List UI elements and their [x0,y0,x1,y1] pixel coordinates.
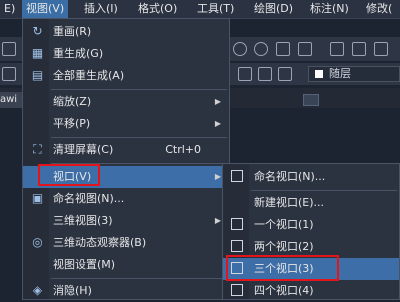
menu-item-label: 三维视图(3) [53,214,113,227]
menu-item-clean-screen[interactable]: ⛶ 清理屏幕(C) Ctrl+0 [23,139,229,161]
layer-state-icon[interactable] [238,67,252,81]
menu-separator [51,137,227,138]
menu-dimension[interactable]: 标注(N) [306,0,353,18]
submenu-item-label: 新建视口(E)... [254,196,325,209]
submenu-item-label: 一个视口(1) [254,218,314,231]
menu-item-zoom[interactable]: 缩放(Z) ▶ [23,91,229,113]
menu-item-regen[interactable]: ▦ 重生成(G) [23,43,229,65]
three-viewports-callout-box [226,255,339,281]
submenu-item-one-viewport[interactable]: 一个视口(1) [223,214,399,236]
menu-item-view-settings[interactable]: 视图设置(M) [23,254,229,276]
color-swatch [315,70,323,78]
menu-item-label: 重生成(G) [53,47,104,60]
menu-view[interactable]: 视图(V) [22,0,69,18]
layer-icon[interactable] [2,67,16,81]
four-viewports-icon [231,284,243,296]
view-menu: ↻ 重画(R) ▦ 重生成(G) ▤ 全部重生成(A) 缩放(Z) ▶ 平移(P… [22,18,230,300]
menu-item-hide[interactable]: ◈ 消隐(H) [23,280,229,302]
one-viewport-icon [231,218,243,230]
menu-item-label: 三维动态观察器(B) [53,236,147,249]
menu-item-named-views[interactable]: ▣ 命名视图(N)... [23,188,229,210]
submenu-item-named-viewports[interactable]: 命名视口(N)... [223,166,399,188]
submenu-arrow-icon: ▶ [214,216,221,225]
pan-icon[interactable] [233,42,247,56]
menu-separator [51,278,227,279]
submenu-arrow-icon: ▶ [214,119,221,128]
color-combo-text: 随层 [329,67,351,80]
menu-item-label: 消隐(H) [53,284,92,297]
print-icon[interactable] [2,42,16,56]
menu-item-label: 视图设置(M) [53,258,116,271]
redraw-icon: ↻ [32,24,43,38]
menu-draw[interactable]: 绘图(D) [250,0,297,18]
menu-bar: E) 视图(V) 插入(I) 格式(O) 工具(T) 绘图(D) 标注(N) 修… [0,0,400,19]
menu-item-label: 全部重生成(A) [53,69,125,82]
design-center-icon[interactable] [352,42,366,56]
regen-icon: ▦ [31,46,44,60]
zoom-window-icon[interactable] [276,42,290,56]
menu-edit[interactable]: E) [0,0,19,18]
menu-item-3d-views[interactable]: 三维视图(3) ▶ [23,210,229,232]
menu-item-label: 清理屏幕(C) [53,143,114,156]
layer-prev-icon[interactable] [258,67,272,81]
new-tab-button[interactable] [303,94,319,106]
submenu-arrow-icon: ▶ [214,172,221,181]
menu-item-label: 命名视图(N)... [53,192,125,205]
menu-item-redraw[interactable]: ↻ 重画(R) [23,21,229,43]
zoom-previous-icon[interactable] [298,42,312,56]
menu-tools[interactable]: 工具(T) [193,0,238,18]
orbit-icon: ◎ [32,235,43,249]
submenu-item-new-viewport[interactable]: 新建视口(E)... [223,192,399,214]
submenu-item-label: 命名视口(N)... [254,170,326,183]
shortcut-label: Ctrl+0 [165,143,201,156]
submenu-item-label: 四个视口(4) [254,284,314,297]
tool-palette-icon[interactable] [374,42,388,56]
menu-item-label: 平移(P) [53,117,91,130]
properties-icon[interactable] [330,42,344,56]
submenu-item-four-viewports[interactable]: 四个视口(4) [223,280,399,302]
named-viewport-icon [231,170,243,182]
layer-match-icon[interactable] [278,67,292,81]
menu-separator [51,89,227,90]
menu-item-pan[interactable]: 平移(P) ▶ [23,113,229,135]
regen-all-icon: ▤ [31,68,44,82]
menu-format[interactable]: 格式(O) [134,0,181,18]
menu-item-label: 重画(R) [53,25,92,38]
menu-item-label: 缩放(Z) [53,95,92,108]
menu-insert[interactable]: 插入(I) [80,0,122,18]
two-viewports-icon [231,240,243,252]
menu-modify[interactable]: 修改( [362,0,396,18]
hide-icon: ◈ [32,283,43,297]
color-combo[interactable]: 随层 [308,66,400,82]
menu-item-3d-orbit[interactable]: ◎ 三维动态观察器(B) [23,232,229,254]
submenu-arrow-icon: ▶ [214,97,221,106]
viewport-callout-box [38,164,100,186]
clean-screen-icon: ⛶ [33,142,42,156]
menu-separator [251,190,397,191]
zoom-realtime-icon[interactable] [254,42,268,56]
menu-item-regen-all[interactable]: ▤ 全部重生成(A) [23,65,229,87]
named-view-icon: ▣ [31,191,44,205]
